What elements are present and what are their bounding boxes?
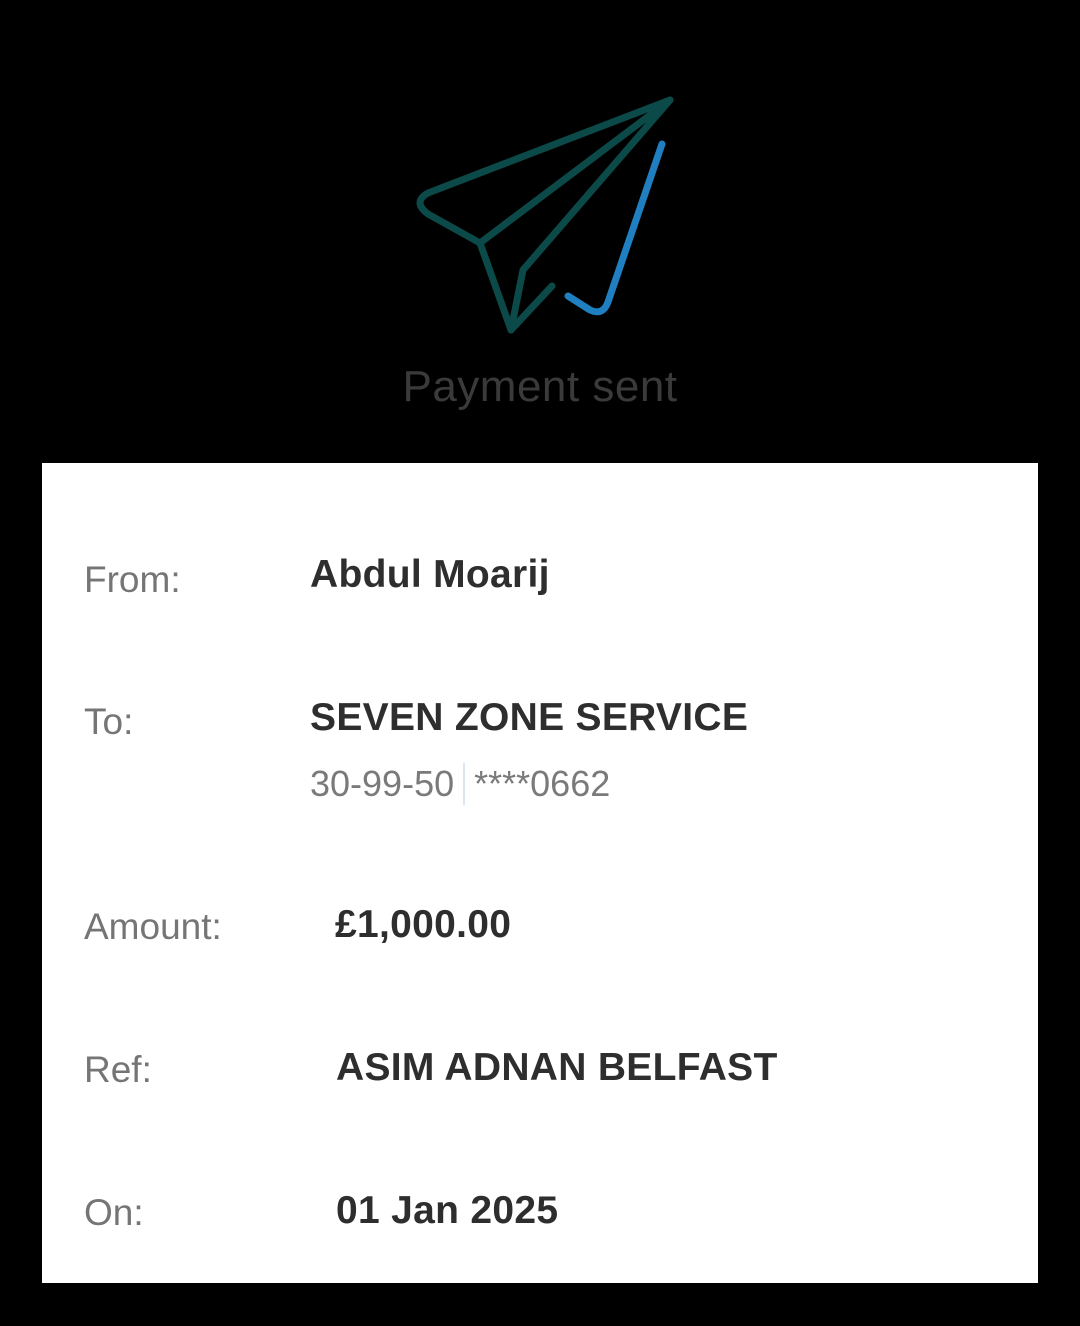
to-label: To: — [84, 701, 134, 742]
account-number: ****0662 — [474, 763, 611, 804]
to-value: SEVEN ZONE SERVICE — [310, 696, 749, 739]
payment-details-card: From: Abdul Moarij To: SEVEN ZONE SERVIC… — [42, 463, 1038, 1283]
payment-status-title: Payment sent — [402, 362, 678, 411]
sort-code: 30-99-50 — [310, 763, 455, 804]
ref-label: Ref: — [84, 1049, 152, 1090]
amount-value: £1,000.00 — [335, 903, 512, 946]
amount-label: Amount: — [84, 906, 222, 947]
paper-plane-icon — [416, 96, 674, 334]
date-label: On: — [84, 1192, 144, 1233]
date-value: 01 Jan 2025 — [336, 1189, 559, 1232]
ref-value: ASIM ADNAN BELFAST — [336, 1046, 778, 1089]
from-value: Abdul Moarij — [310, 553, 550, 596]
to-account-details: 30-99-50 ****0662 — [310, 763, 610, 805]
confirmation-header: Payment sent — [0, 0, 1080, 463]
account-separator — [463, 763, 466, 805]
from-label: From: — [84, 559, 181, 600]
